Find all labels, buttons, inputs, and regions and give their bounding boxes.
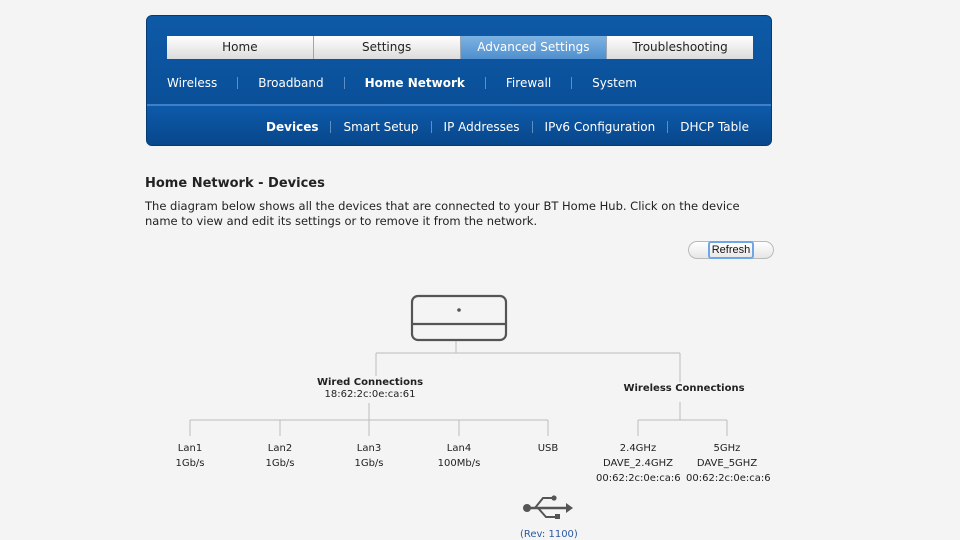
tab-settings[interactable]: Settings <box>313 36 461 59</box>
home-network-subnav: Devices Smart Setup IP Addresses IPv6 Co… <box>266 118 749 136</box>
subnav-system[interactable]: System <box>592 76 637 90</box>
top-navigation-panel: Home Settings Advanced Settings Troubles… <box>146 15 772 146</box>
subsub-separator <box>330 121 332 133</box>
port-lan3-speed: 1Gb/s <box>354 458 384 469</box>
subnav-separator <box>484 77 486 89</box>
router-icon <box>410 294 508 342</box>
main-tabs: Home Settings Advanced Settings Troubles… <box>167 36 753 59</box>
subsub-dhcp-table[interactable]: DHCP Table <box>680 120 749 134</box>
port-lan4-name[interactable]: Lan4 <box>429 443 489 454</box>
wifi-24ghz-ssid: DAVE_2.4GHZ <box>603 458 673 469</box>
subsub-devices[interactable]: Devices <box>266 120 318 134</box>
firmware-revision-link[interactable]: (Rev: 1100) <box>520 529 578 540</box>
tab-troubleshooting[interactable]: Troubleshooting <box>607 36 753 59</box>
wifi-5ghz-mac: 00:62:2c:0e:ca:6 <box>686 473 771 484</box>
advanced-subnav: Wireless Broadband Home Network Firewall… <box>167 74 637 92</box>
usb-icon <box>523 495 573 519</box>
subsub-smart-setup[interactable]: Smart Setup <box>343 120 418 134</box>
subsub-ipv6-configuration[interactable]: IPv6 Configuration <box>545 120 656 134</box>
page-description: The diagram below shows all the devices … <box>145 199 740 228</box>
port-usb-name[interactable]: USB <box>518 443 578 454</box>
subnav-firewall[interactable]: Firewall <box>506 76 551 90</box>
subnav-home-network[interactable]: Home Network <box>365 76 465 90</box>
tab-advanced-settings[interactable]: Advanced Settings <box>460 36 608 59</box>
subsub-separator <box>667 121 669 133</box>
subnav-separator <box>237 77 239 89</box>
port-lan2-speed: 1Gb/s <box>265 458 295 469</box>
subnav-broadband[interactable]: Broadband <box>258 76 323 90</box>
wifi-24ghz-band[interactable]: 2.4GHz <box>598 443 678 454</box>
port-lan2-name[interactable]: Lan2 <box>250 443 310 454</box>
refresh-button[interactable]: Refresh <box>708 241 754 259</box>
wifi-5ghz-band[interactable]: 5GHz <box>687 443 767 454</box>
subnav-wireless[interactable]: Wireless <box>167 76 217 90</box>
refresh-button-frame: Refresh <box>688 241 774 259</box>
wired-connections-title: Wired Connections <box>316 377 424 388</box>
wireless-connections-title: Wireless Connections <box>623 383 745 394</box>
subsub-ip-addresses[interactable]: IP Addresses <box>444 120 520 134</box>
tab-home[interactable]: Home <box>167 36 314 59</box>
port-lan1-speed: 1Gb/s <box>175 458 205 469</box>
subsub-separator <box>531 121 533 133</box>
subnav-separator <box>571 77 573 89</box>
port-lan4-speed: 100Mb/s <box>437 458 481 469</box>
wifi-5ghz-ssid: DAVE_5GHZ <box>696 458 758 469</box>
port-lan3-name[interactable]: Lan3 <box>339 443 399 454</box>
wifi-24ghz-mac: 00:62:2c:0e:ca:6 <box>596 473 681 484</box>
subsub-separator <box>430 121 432 133</box>
wired-mac-address: 18:62:2c:0e:ca:61 <box>324 389 416 400</box>
page-title: Home Network - Devices <box>145 176 325 191</box>
port-lan1-name[interactable]: Lan1 <box>160 443 220 454</box>
subnav-separator <box>343 77 345 89</box>
